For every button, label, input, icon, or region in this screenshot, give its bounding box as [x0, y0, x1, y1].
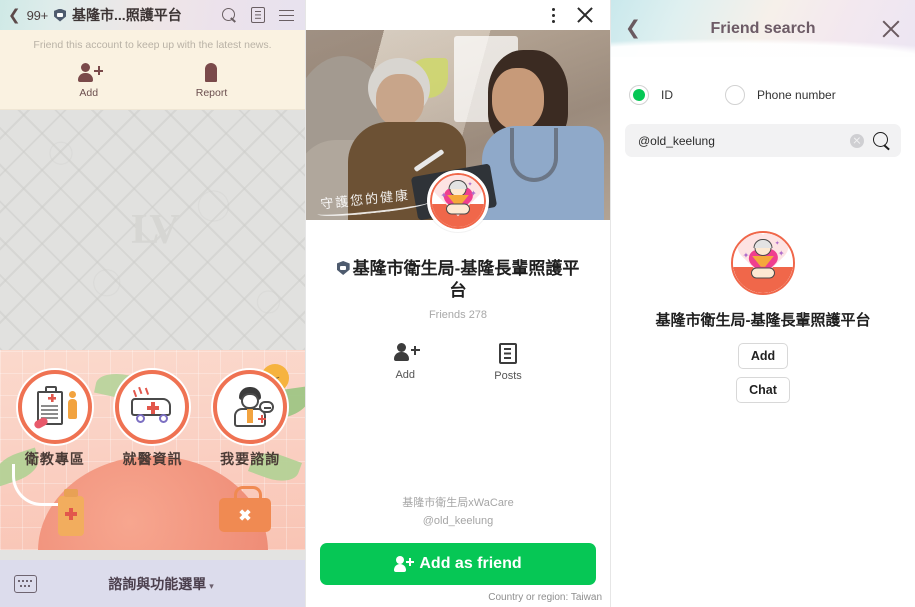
profile-name-row: 基隆市衛生局-基隆長輩照護平台 — [306, 258, 610, 303]
rich-menu-items: 衛教專區 就醫資訊 我要諮詢 — [0, 370, 305, 469]
shield-verified-icon — [336, 261, 350, 275]
profile-topbar — [306, 0, 610, 30]
radio-id[interactable] — [629, 85, 649, 105]
clear-circle-icon[interactable] — [850, 133, 864, 148]
search-result: ✦ ✦ ✦ 基隆市衛生局-基隆長輩照護平台 Add Chat — [611, 231, 915, 403]
search-topbar: ❮ Friend search — [611, 0, 915, 57]
friend-promo-banner: Friend this account to keep up with the … — [0, 30, 305, 110]
rich-menu-icon-circle — [115, 370, 190, 444]
promo-add-button[interactable]: Add — [77, 63, 104, 99]
rich-menu-label: 衛教專區 — [24, 451, 85, 467]
keyboard-icon[interactable] — [14, 574, 37, 593]
rich-menu: 衛教專區 就醫資訊 我要諮詢 — [0, 350, 305, 550]
profile-name: 基隆市衛生局-基隆長輩照護平台 — [352, 259, 580, 301]
profile-card-panel: 守護您的健康 ✦ ✦ ✦ 基隆市衛生局-基隆長輩照護平台 Friends 278 — [305, 0, 611, 607]
radio-id-label: ID — [661, 88, 673, 102]
rich-menu-item-medical-info[interactable]: 就醫資訊 — [106, 370, 198, 469]
chat-topbar-icons — [221, 7, 297, 24]
chat-topbar: ❮ 99+ 基隆市...照護平台 — [0, 0, 305, 30]
chevron-down-icon: ▾ — [209, 580, 214, 591]
rich-menu-item-health-education[interactable]: 衛教專區 — [9, 370, 101, 469]
more-vertical-icon[interactable] — [552, 6, 556, 24]
rich-menu-toggle[interactable]: 諮詢與功能選單 ▾ — [31, 574, 291, 594]
profile-actions: Add Posts — [306, 342, 610, 382]
result-name: 基隆市衛生局-基隆長輩照護平台 — [655, 312, 871, 329]
rich-menu-item-consultation[interactable]: 我要諮詢 — [204, 370, 296, 469]
search-type-radios: ID Phone number — [611, 57, 915, 105]
rich-menu-icon-circle — [17, 370, 92, 444]
add-friend-icon — [77, 63, 104, 83]
back-chevron-icon[interactable]: ❮ — [8, 8, 21, 23]
profile-line-id: @old_keelung — [422, 515, 494, 527]
search-input[interactable]: @old_keelung — [638, 134, 842, 148]
medical-bag-decoration — [219, 486, 271, 532]
rich-menu-toggle-label: 諮詢與功能選單 — [108, 575, 207, 592]
result-chat-button[interactable]: Chat — [736, 377, 790, 403]
search-field[interactable]: @old_keelung — [625, 124, 901, 157]
add-friend-icon — [394, 342, 420, 363]
profile-add-button[interactable]: Add — [394, 342, 420, 382]
friend-search-panel: ❮ Friend search ID Phone number @old_kee… — [611, 0, 915, 607]
result-buttons: Add Chat — [736, 343, 790, 403]
profile-posts-label: Posts — [494, 369, 522, 382]
rich-menu-icon-circle — [213, 370, 288, 444]
search-title: Friend search — [710, 19, 816, 37]
search-icon[interactable] — [872, 131, 891, 150]
radio-phone-number-label: Phone number — [757, 88, 836, 102]
close-icon[interactable] — [576, 6, 594, 24]
result-avatar: ✦ ✦ ✦ — [731, 231, 795, 295]
profile-posts-button[interactable]: Posts — [494, 342, 522, 382]
promo-add-label: Add — [79, 87, 99, 99]
add-friend-icon — [394, 556, 415, 572]
medicine-bottle-decoration — [58, 489, 84, 536]
search-icon[interactable] — [221, 7, 238, 24]
report-icon — [202, 63, 220, 83]
hamburger-menu-icon[interactable] — [278, 7, 295, 24]
result-add-button[interactable]: Add — [737, 343, 789, 369]
country-region-text: Country or region: Taiwan — [488, 592, 602, 603]
promo-report-label: Report — [195, 87, 228, 99]
screenshot-stage: ❮ 99+ 基隆市...照護平台 Friend this account to … — [0, 0, 915, 607]
unread-count-badge: 99+ — [26, 7, 49, 23]
profile-subtitle: 基隆市衛生局xWaCare — [402, 497, 514, 509]
rich-menu-label: 我要諮詢 — [220, 451, 281, 467]
radio-phone-number[interactable] — [725, 85, 745, 105]
cover-nurse-face — [492, 68, 544, 130]
add-as-friend-button[interactable]: Add as friend — [320, 543, 596, 585]
close-icon[interactable] — [881, 19, 901, 39]
shield-verified-icon — [54, 8, 67, 22]
rich-menu-label: 就醫資訊 — [122, 451, 183, 467]
profile-friend-count: Friends 278 — [428, 308, 488, 321]
profile-avatar: ✦ ✦ ✦ — [427, 170, 489, 232]
profile-add-label: Add — [395, 368, 416, 381]
doctor-consult-icon — [228, 387, 275, 427]
chat-input-bar: 諮詢與功能選單 ▾ — [0, 560, 305, 607]
clipboard-health-icon — [32, 385, 77, 430]
promo-report-button[interactable]: Report — [195, 63, 228, 99]
line-chat-panel: ❮ 99+ 基隆市...照護平台 Friend this account to … — [0, 0, 305, 607]
ambulance-icon — [129, 389, 175, 424]
album-icon[interactable] — [251, 7, 265, 23]
avatar-artwork: ✦ ✦ ✦ — [733, 233, 793, 293]
avatar-artwork: ✦ ✦ ✦ — [430, 173, 486, 229]
promo-actions: Add Report — [0, 63, 305, 99]
chat-title: 基隆市...照護平台 — [72, 7, 182, 23]
chat-wallpaper: LV — [0, 110, 305, 350]
profile-subtitle-block: 基隆市衛生局xWaCare @old_keelung — [306, 494, 610, 527]
cover-elder-face — [376, 74, 424, 126]
add-as-friend-label: Add as friend — [419, 555, 522, 572]
posts-icon — [498, 342, 517, 364]
cover-stethoscope — [510, 128, 558, 182]
promo-text: Friend this account to keep up with the … — [33, 39, 272, 51]
wallpaper-monogram: LV — [131, 207, 179, 253]
